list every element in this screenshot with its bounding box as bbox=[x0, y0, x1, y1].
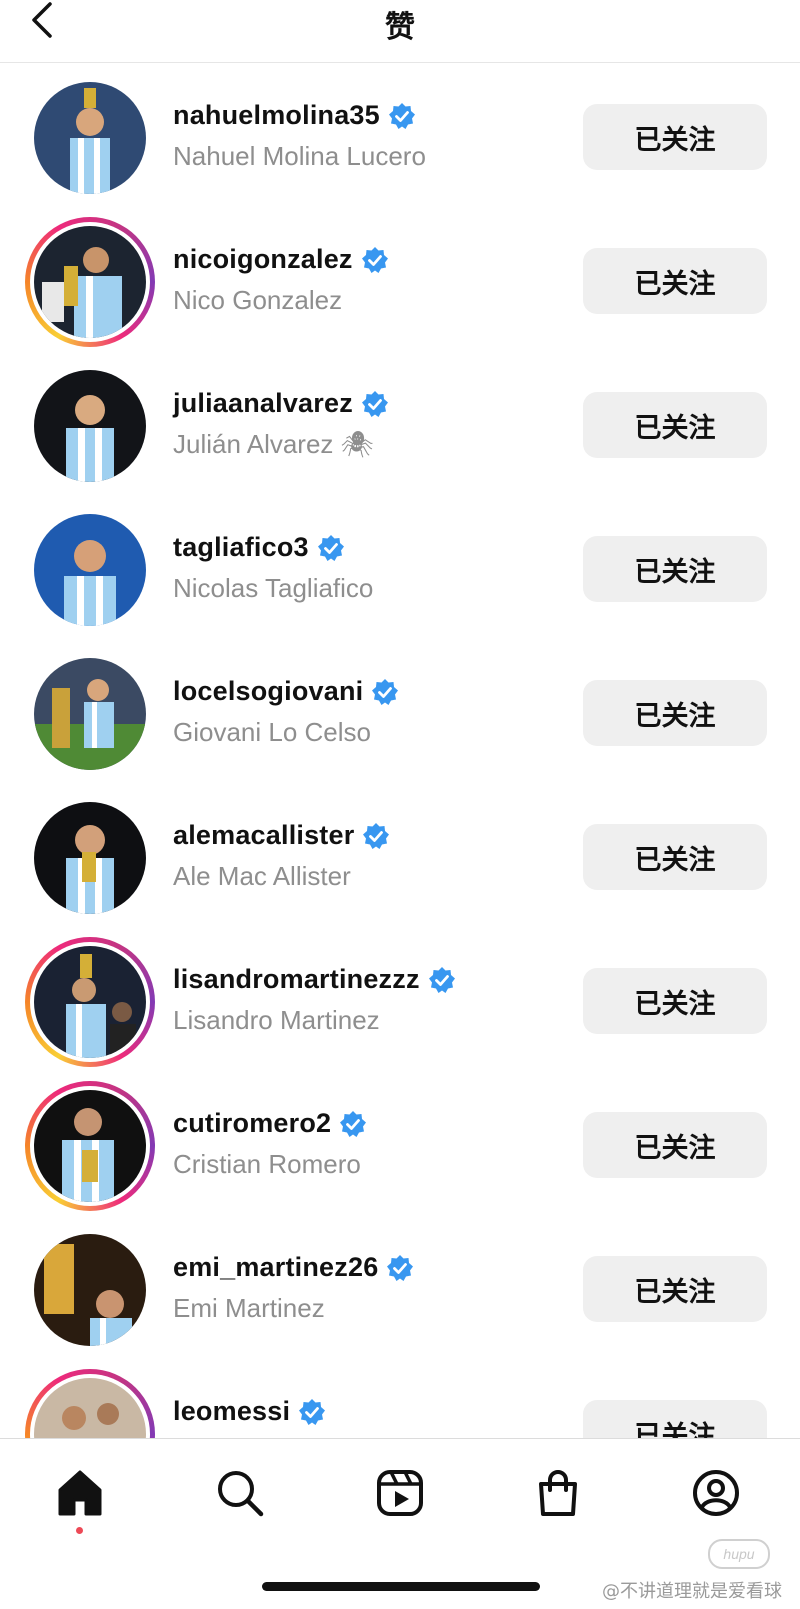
avatar[interactable] bbox=[25, 73, 155, 203]
verified-badge-icon bbox=[299, 1398, 326, 1425]
home-icon bbox=[58, 1470, 102, 1516]
tab-profile[interactable] bbox=[686, 1463, 746, 1523]
list-item[interactable]: nahuelmolina35 Nahuel Molina Lucero 已关注 bbox=[0, 82, 800, 231]
avatar[interactable] bbox=[25, 361, 155, 491]
username[interactable]: emi_martinez26 bbox=[173, 1252, 378, 1283]
avatar[interactable] bbox=[25, 793, 155, 923]
list-item[interactable]: lisandromartinezzz Lisandro Martinez 已关注 bbox=[0, 937, 800, 1095]
page-title: 赞 bbox=[385, 11, 415, 44]
username[interactable]: cutiromero2 bbox=[173, 1108, 331, 1139]
verified-badge-icon bbox=[363, 822, 390, 849]
notification-dot bbox=[76, 1527, 83, 1534]
following-button[interactable]: 已关注 bbox=[583, 1400, 767, 1438]
avatar[interactable] bbox=[25, 1369, 155, 1438]
following-button[interactable]: 已关注 bbox=[583, 1256, 767, 1322]
header-bar: 赞 bbox=[0, 0, 800, 63]
username[interactable]: leomessi bbox=[173, 1396, 290, 1427]
avatar[interactable] bbox=[25, 505, 155, 635]
full-name: Emi Martinez bbox=[173, 1293, 325, 1323]
username[interactable]: locelsogiovani bbox=[173, 676, 363, 707]
tab-reels[interactable] bbox=[370, 1463, 430, 1523]
following-button[interactable]: 已关注 bbox=[583, 536, 767, 602]
avatar[interactable] bbox=[25, 217, 155, 347]
list-item[interactable]: leomessi 已关注 bbox=[0, 1369, 800, 1438]
username[interactable]: alemacallister bbox=[173, 820, 354, 851]
following-button[interactable]: 已关注 bbox=[583, 392, 767, 458]
full-name: Giovani Lo Celso bbox=[173, 717, 371, 747]
avatar[interactable] bbox=[25, 1081, 155, 1211]
list-item[interactable]: juliaanalvarez Julián Alvarez 🕷 已关注 bbox=[0, 370, 800, 519]
full-name: Nico Gonzalez bbox=[173, 285, 343, 315]
verified-badge-icon bbox=[387, 1254, 414, 1281]
list-item[interactable]: nicoigonzalez Nico Gonzalez 已关注 bbox=[0, 217, 800, 375]
watermark-text: @不讲道理就是爱看球 bbox=[602, 1581, 782, 1602]
username[interactable]: nahuelmolina35 bbox=[173, 100, 380, 131]
full-name: Lisandro Martinez bbox=[173, 1005, 380, 1035]
following-button[interactable]: 已关注 bbox=[583, 248, 767, 314]
likes-list[interactable]: nahuelmolina35 Nahuel Molina Lucero 已关注 … bbox=[0, 62, 800, 1438]
verified-badge-icon bbox=[317, 534, 344, 561]
tab-home[interactable] bbox=[50, 1463, 110, 1523]
list-item[interactable]: emi_martinez26 Emi Martinez 已关注 bbox=[0, 1234, 800, 1383]
verified-badge-icon bbox=[340, 1110, 367, 1137]
following-button[interactable]: 已关注 bbox=[583, 824, 767, 890]
full-name: Nahuel Molina Lucero bbox=[173, 141, 426, 171]
avatar[interactable] bbox=[25, 649, 155, 779]
username[interactable]: tagliafico3 bbox=[173, 532, 309, 563]
reels-icon bbox=[377, 1470, 423, 1516]
list-item[interactable]: locelsogiovani Giovani Lo Celso 已关注 bbox=[0, 658, 800, 807]
username[interactable]: juliaanalvarez bbox=[173, 388, 353, 419]
full-name: Cristian Romero bbox=[173, 1149, 361, 1179]
username[interactable]: lisandromartinezzz bbox=[173, 964, 420, 995]
avatar[interactable] bbox=[25, 937, 155, 1067]
watermark-logo: hupu bbox=[708, 1539, 770, 1569]
full-name: Julián Alvarez 🕷 bbox=[173, 429, 374, 459]
tab-search[interactable] bbox=[210, 1463, 270, 1523]
verified-badge-icon bbox=[361, 390, 388, 417]
following-button[interactable]: 已关注 bbox=[583, 1112, 767, 1178]
verified-badge-icon bbox=[428, 966, 455, 993]
bottom-tab-bar: hupu @不讲道理就是爱看球 bbox=[0, 1438, 800, 1609]
verified-badge-icon bbox=[361, 246, 388, 273]
list-item[interactable]: alemacallister Ale Mac Allister 已关注 bbox=[0, 802, 800, 951]
following-button[interactable]: 已关注 bbox=[583, 968, 767, 1034]
list-item[interactable]: cutiromero2 Cristian Romero 已关注 bbox=[0, 1081, 800, 1239]
shop-icon bbox=[539, 1470, 577, 1516]
verified-badge-icon bbox=[388, 102, 415, 129]
search-icon bbox=[218, 1471, 264, 1517]
username[interactable]: nicoigonzalez bbox=[173, 244, 353, 275]
verified-badge-icon bbox=[372, 678, 399, 705]
full-name: Ale Mac Allister bbox=[173, 861, 351, 891]
avatar[interactable] bbox=[25, 1225, 155, 1355]
list-item[interactable]: tagliafico3 Nicolas Tagliafico 已关注 bbox=[0, 514, 800, 663]
following-button[interactable]: 已关注 bbox=[583, 680, 767, 746]
home-indicator[interactable] bbox=[262, 1582, 540, 1591]
following-button[interactable]: 已关注 bbox=[583, 104, 767, 170]
profile-icon bbox=[693, 1470, 739, 1516]
full-name: Nicolas Tagliafico bbox=[173, 573, 374, 603]
tab-shop[interactable] bbox=[528, 1463, 588, 1523]
